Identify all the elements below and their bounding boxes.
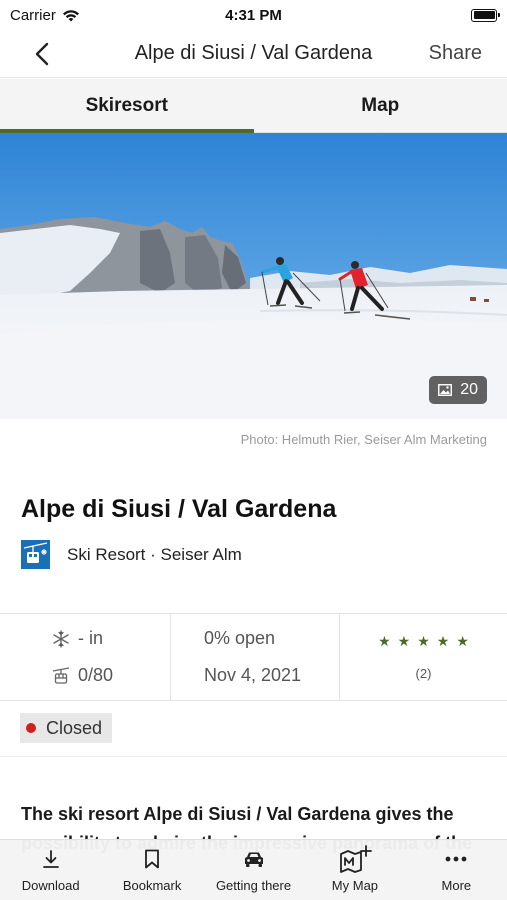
lifts-open: 0/80 bbox=[78, 665, 114, 685]
navigation-bar: Alpe di Siusi / Val Gardena Share bbox=[0, 30, 507, 78]
stats-snow-lifts: - in 0/80 bbox=[0, 614, 170, 700]
snowflake-icon bbox=[53, 629, 69, 648]
status-left: Carrier bbox=[10, 7, 80, 24]
status-badge: Closed bbox=[20, 713, 113, 743]
battery-icon bbox=[471, 8, 500, 22]
report-date: Nov 4, 2021 bbox=[204, 665, 302, 685]
resort-title: Alpe di Siusi / Val Gardena bbox=[21, 495, 337, 523]
getting-there-button[interactable]: Getting there bbox=[203, 840, 304, 900]
slopes-open-percent: 0% open bbox=[204, 628, 276, 648]
getting-there-label: Getting there bbox=[215, 878, 292, 893]
gondola-icon bbox=[52, 666, 70, 684]
photo-count-badge[interactable]: 20 bbox=[429, 376, 487, 404]
rating-stars: ★ ★ ★ ★ ★ bbox=[378, 633, 469, 650]
my-map-label: My Map bbox=[331, 878, 379, 893]
stats-grid: - in 0/80 0% open Nov 4, 2021 ★ ★ ★ ★ ★ … bbox=[0, 613, 507, 701]
photo-count-label: 20 bbox=[460, 381, 478, 398]
stats-rating[interactable]: ★ ★ ★ ★ ★ (2) bbox=[339, 614, 507, 700]
chevron-left-icon bbox=[35, 42, 49, 66]
wifi-icon bbox=[62, 9, 79, 21]
status-bar: Carrier 4:31 PM bbox=[0, 0, 507, 30]
my-map-button[interactable]: My Map bbox=[304, 840, 405, 900]
ski-lift-icon bbox=[21, 540, 50, 569]
car-icon bbox=[244, 852, 263, 867]
star-icon: ★ bbox=[378, 633, 391, 649]
divider bbox=[0, 756, 507, 757]
star-icon: ★ bbox=[397, 633, 411, 649]
category-row: Ski Resort · Seiser Alm bbox=[21, 540, 242, 569]
image-icon bbox=[438, 384, 453, 396]
nav-title: Alpe di Siusi / Val Gardena bbox=[134, 42, 373, 64]
star-icon: ★ bbox=[456, 633, 469, 649]
download-label: Download bbox=[21, 878, 80, 893]
download-icon bbox=[42, 850, 59, 868]
hero-image[interactable]: 20 bbox=[0, 133, 507, 419]
bookmark-icon bbox=[145, 849, 160, 869]
more-icon bbox=[445, 856, 467, 862]
snow-depth: - in bbox=[78, 628, 104, 648]
star-icon: ★ bbox=[436, 633, 450, 649]
tab-skiresort[interactable]: Skiresort bbox=[0, 79, 254, 133]
lifts-row: 0/80 bbox=[52, 665, 170, 686]
share-button[interactable]: Share bbox=[429, 42, 482, 65]
download-button[interactable]: Download bbox=[0, 840, 101, 900]
my-map-icon bbox=[340, 845, 372, 873]
star-icon: ★ bbox=[417, 633, 430, 649]
tab-map[interactable]: Map bbox=[254, 79, 507, 132]
carrier-label: Carrier bbox=[10, 6, 56, 24]
tab-bar: Skiresort Map bbox=[0, 79, 507, 133]
more-button[interactable]: More bbox=[406, 840, 507, 900]
snow-depth-row: - in bbox=[52, 628, 170, 649]
resort-category: Ski Resort · Seiser Alm bbox=[67, 544, 242, 564]
photo-credit: Photo: Helmuth Rier, Seiser Alm Marketin… bbox=[240, 432, 487, 447]
bottom-toolbar: Download Bookmark Getting there My Map M… bbox=[0, 839, 507, 900]
more-label: More bbox=[441, 878, 472, 893]
rating-count: (2) bbox=[415, 666, 432, 681]
back-button[interactable] bbox=[28, 40, 56, 68]
bookmark-label: Bookmark bbox=[122, 878, 182, 893]
stats-open-date: 0% open Nov 4, 2021 bbox=[170, 614, 339, 700]
bookmark-button[interactable]: Bookmark bbox=[101, 840, 202, 900]
status-dot-icon bbox=[26, 723, 36, 733]
status-label: Closed bbox=[46, 717, 103, 738]
